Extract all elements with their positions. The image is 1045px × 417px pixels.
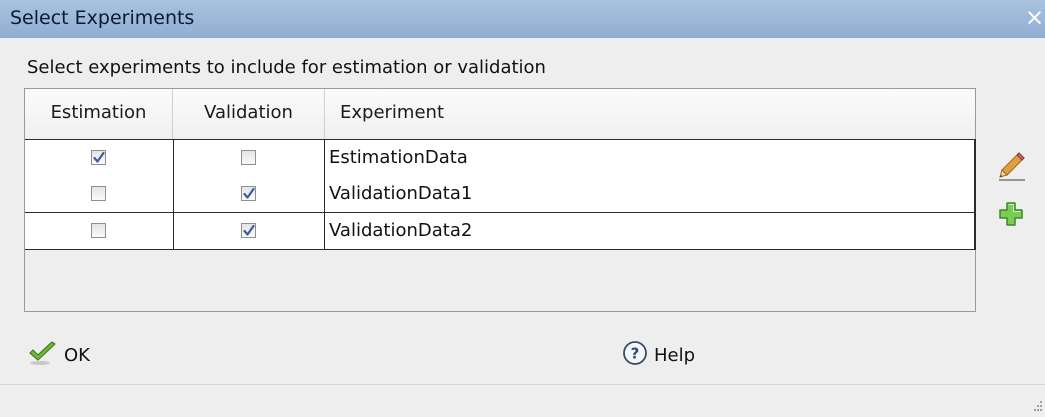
validation-cell bbox=[174, 140, 325, 176]
experiments-table: Estimation Validation Experiment Estimat… bbox=[24, 88, 976, 312]
table-row[interactable]: ValidationData2 bbox=[25, 213, 976, 250]
footer-divider bbox=[0, 384, 1045, 385]
column-header-estimation[interactable]: Estimation bbox=[25, 89, 173, 139]
plus-icon[interactable] bbox=[998, 201, 1024, 227]
table-header: Estimation Validation Experiment bbox=[25, 89, 975, 140]
estimation-cell bbox=[25, 176, 174, 212]
validation-checkbox[interactable] bbox=[241, 223, 256, 238]
ok-button-label: OK bbox=[64, 344, 90, 366]
estimation-cell bbox=[25, 213, 174, 249]
experiment-name: ValidationData1 bbox=[329, 183, 473, 204]
svg-text:?: ? bbox=[631, 345, 640, 363]
validation-cell bbox=[174, 213, 325, 249]
experiment-name: EstimationData bbox=[329, 147, 468, 168]
help-button-label: Help bbox=[654, 344, 696, 366]
experiment-cell[interactable]: EstimationData bbox=[325, 140, 976, 176]
estimation-checkbox[interactable] bbox=[91, 150, 106, 165]
pencil-icon[interactable] bbox=[997, 150, 1027, 182]
column-header-validation[interactable]: Validation bbox=[173, 89, 325, 139]
estimation-checkbox[interactable] bbox=[91, 223, 106, 238]
estimation-checkbox[interactable] bbox=[91, 186, 106, 201]
table-row[interactable]: ValidationData1 bbox=[25, 176, 976, 213]
validation-checkbox[interactable] bbox=[241, 186, 256, 201]
checkmark-icon bbox=[28, 340, 58, 370]
experiment-cell[interactable]: ValidationData2 bbox=[325, 213, 976, 249]
instruction-text: Select experiments to include for estima… bbox=[27, 57, 546, 78]
experiment-cell[interactable]: ValidationData1 bbox=[325, 176, 976, 212]
close-icon[interactable]: × bbox=[1024, 5, 1045, 31]
experiment-name: ValidationData2 bbox=[329, 220, 473, 241]
ok-button[interactable]: OK bbox=[28, 339, 90, 371]
validation-cell bbox=[174, 176, 325, 212]
select-experiments-dialog: Select Experiments × Select experiments … bbox=[0, 0, 1045, 416]
table-row[interactable]: EstimationData bbox=[25, 139, 976, 177]
estimation-cell bbox=[25, 140, 174, 176]
title-bar[interactable]: Select Experiments × bbox=[0, 0, 1045, 38]
column-header-experiment[interactable]: Experiment bbox=[325, 89, 975, 139]
help-button[interactable]: ? Help bbox=[622, 339, 695, 371]
resize-grip-icon[interactable] bbox=[1030, 398, 1043, 412]
window-title: Select Experiments bbox=[10, 7, 195, 29]
validation-checkbox[interactable] bbox=[241, 150, 256, 165]
question-icon: ? bbox=[622, 340, 648, 370]
